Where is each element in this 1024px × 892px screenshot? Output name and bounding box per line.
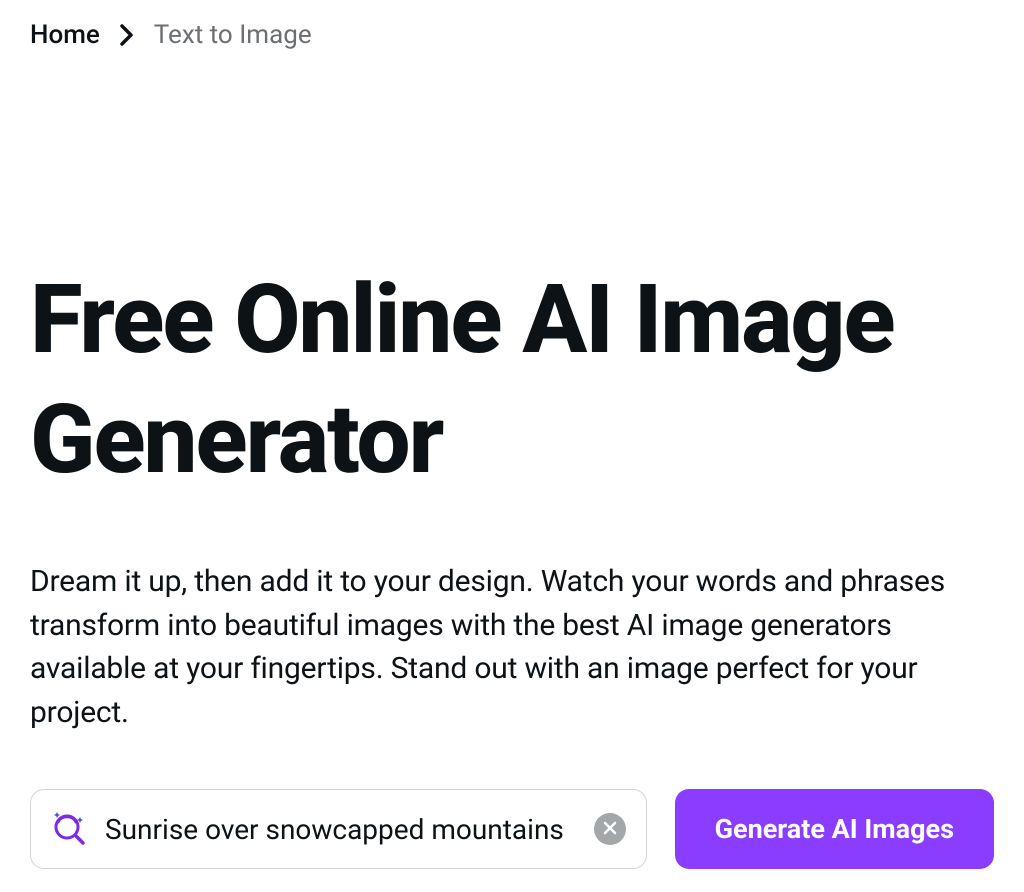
breadcrumb: Home Text to Image <box>30 20 994 50</box>
clear-input-button[interactable] <box>594 813 626 845</box>
page-description: Dream it up, then add it to your design.… <box>30 560 994 734</box>
prompt-input-wrapper[interactable] <box>30 789 647 869</box>
chevron-right-icon <box>120 24 134 46</box>
prompt-input[interactable] <box>105 813 576 846</box>
page-title: Free Online AI Image Generator <box>30 260 994 500</box>
generate-button[interactable]: Generate AI Images <box>675 789 994 869</box>
magic-search-icon <box>51 811 87 847</box>
close-icon <box>603 821 617 838</box>
prompt-row: Generate AI Images <box>30 789 994 869</box>
breadcrumb-home-link[interactable]: Home <box>30 20 100 50</box>
breadcrumb-current: Text to Image <box>154 20 312 50</box>
